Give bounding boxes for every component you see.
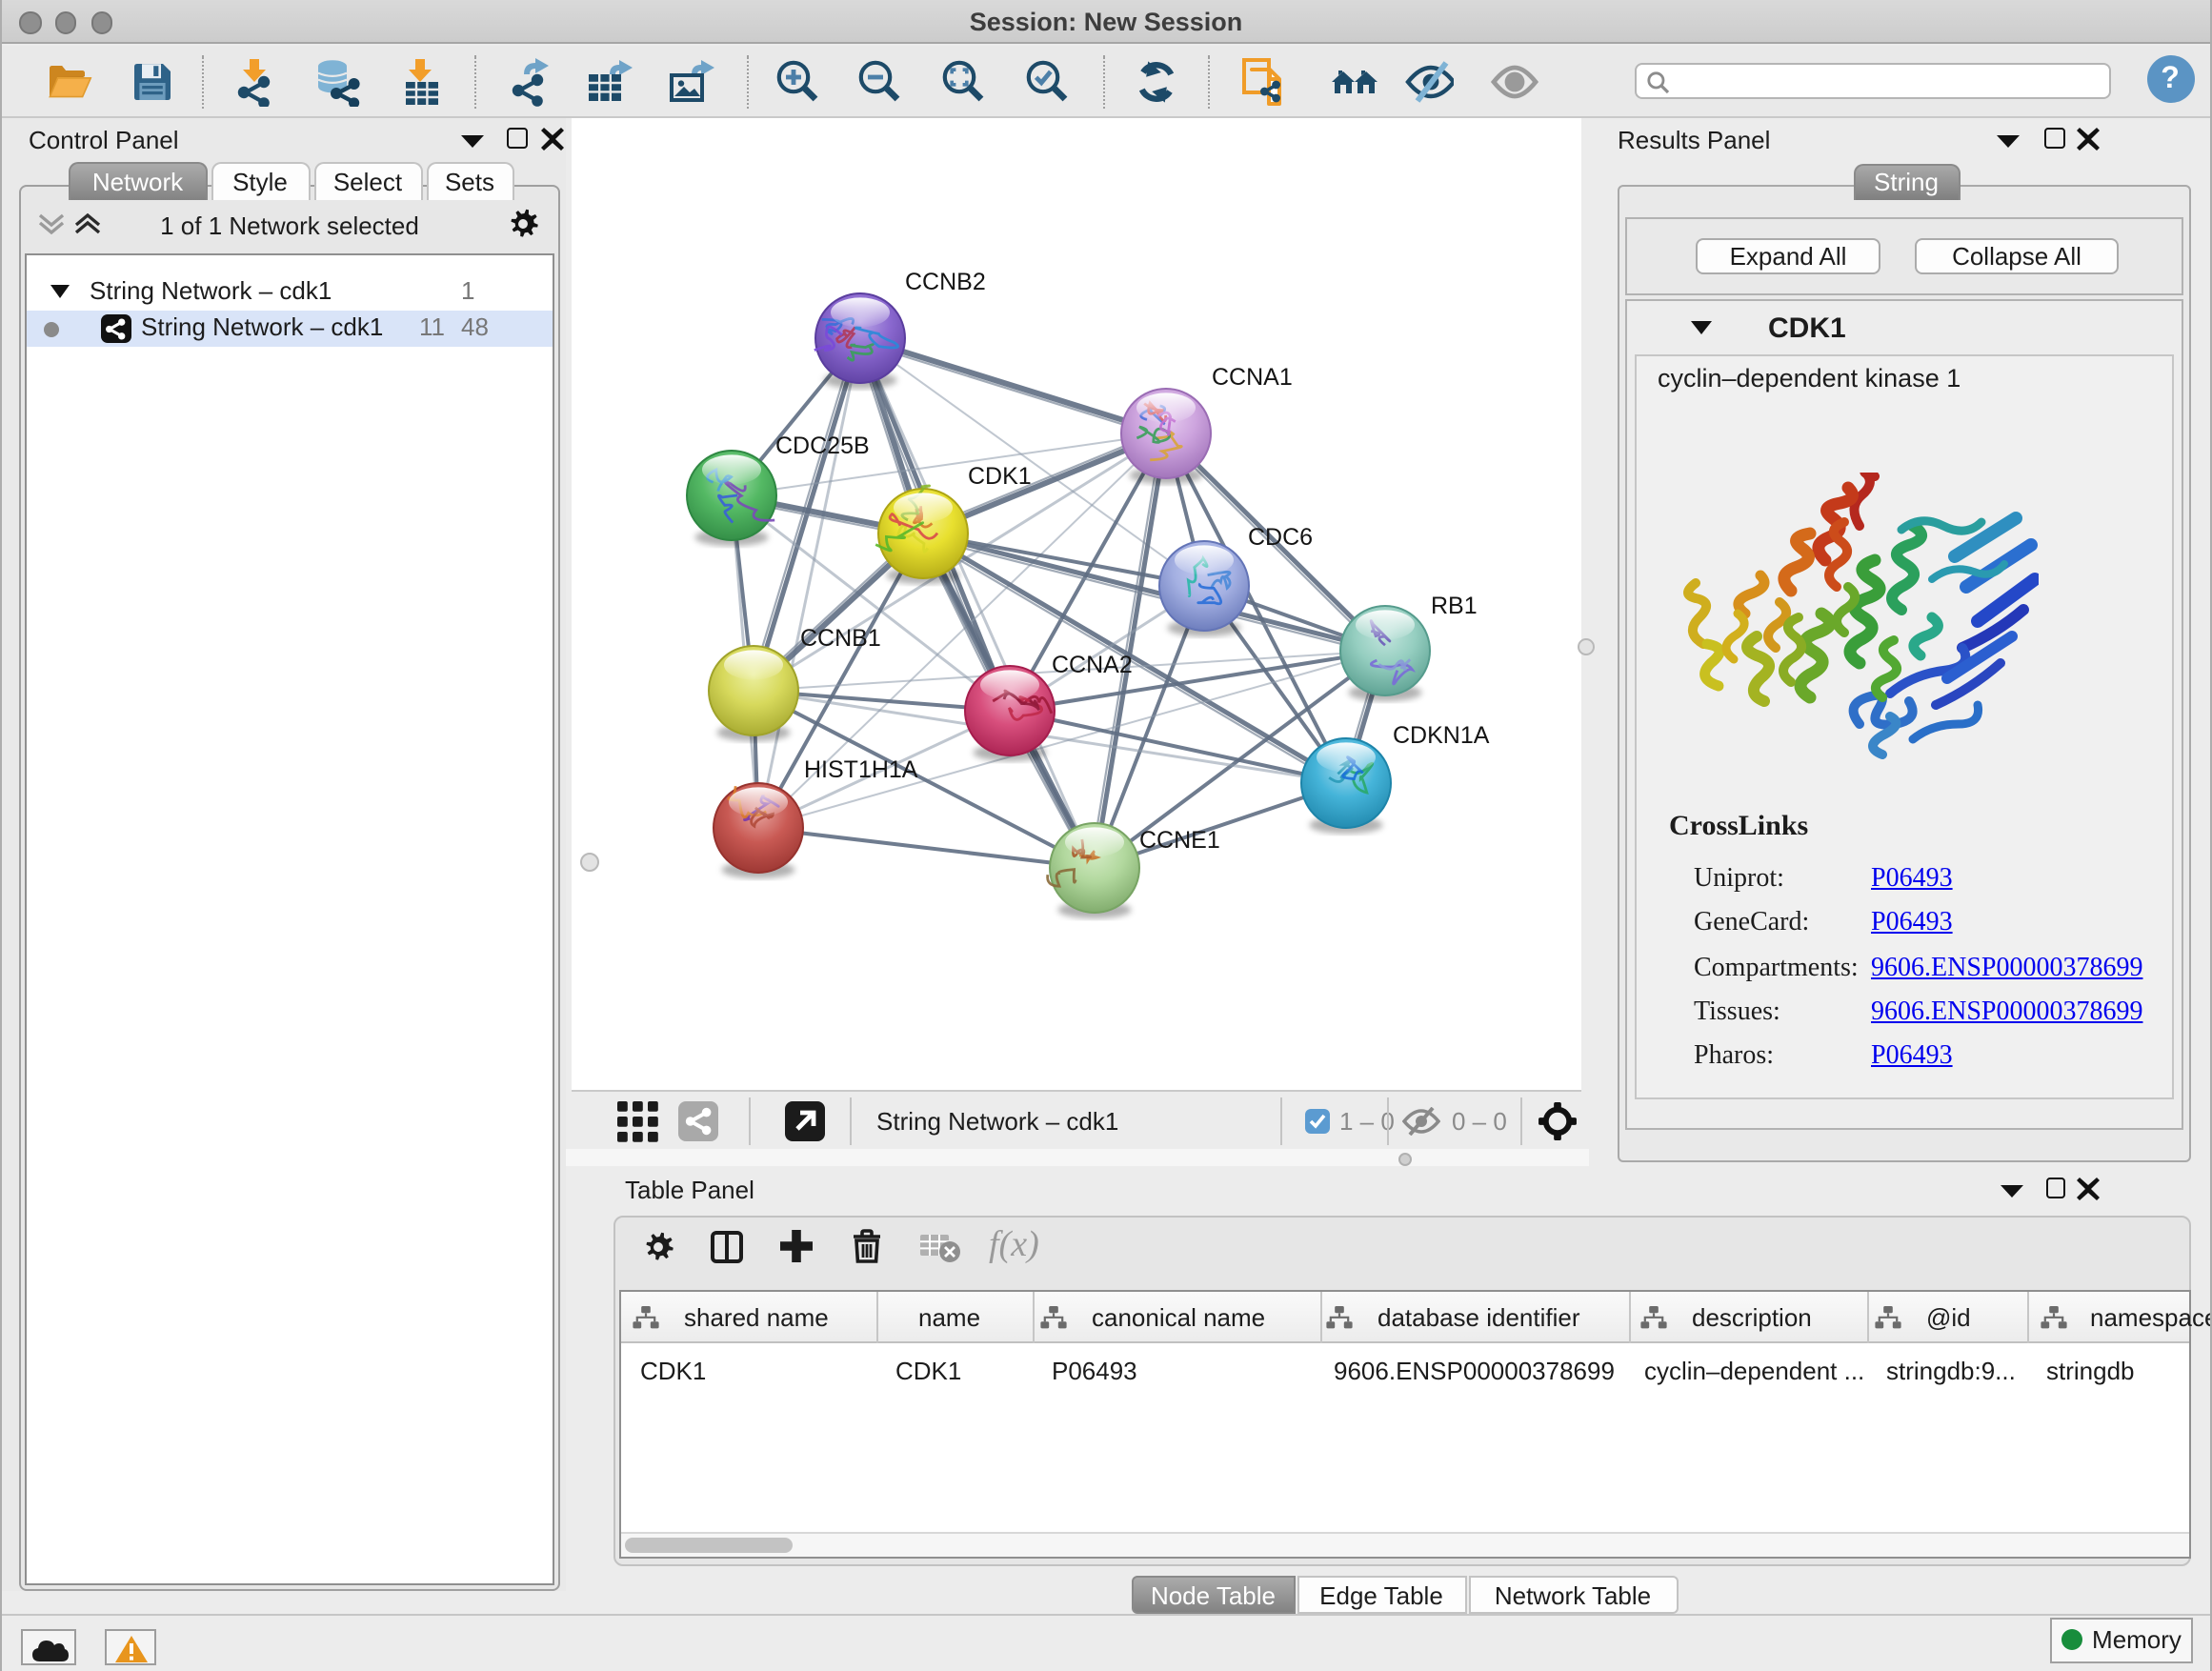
- svg-text:RB1: RB1: [1431, 593, 1478, 619]
- svg-text:CCNA1: CCNA1: [1212, 364, 1293, 391]
- svg-text:CDK1: CDK1: [968, 463, 1032, 490]
- svg-text:CCNB1: CCNB1: [800, 625, 881, 652]
- svg-text:CDC6: CDC6: [1248, 524, 1313, 551]
- svg-text:CCNA2: CCNA2: [1052, 652, 1133, 678]
- svg-text:CDC25B: CDC25B: [775, 433, 870, 459]
- svg-text:CDKN1A: CDKN1A: [1393, 722, 1490, 749]
- svg-text:CCNE1: CCNE1: [1139, 827, 1220, 854]
- svg-text:CCNB2: CCNB2: [905, 269, 986, 295]
- svg-text:HIST1H1A: HIST1H1A: [804, 756, 918, 783]
